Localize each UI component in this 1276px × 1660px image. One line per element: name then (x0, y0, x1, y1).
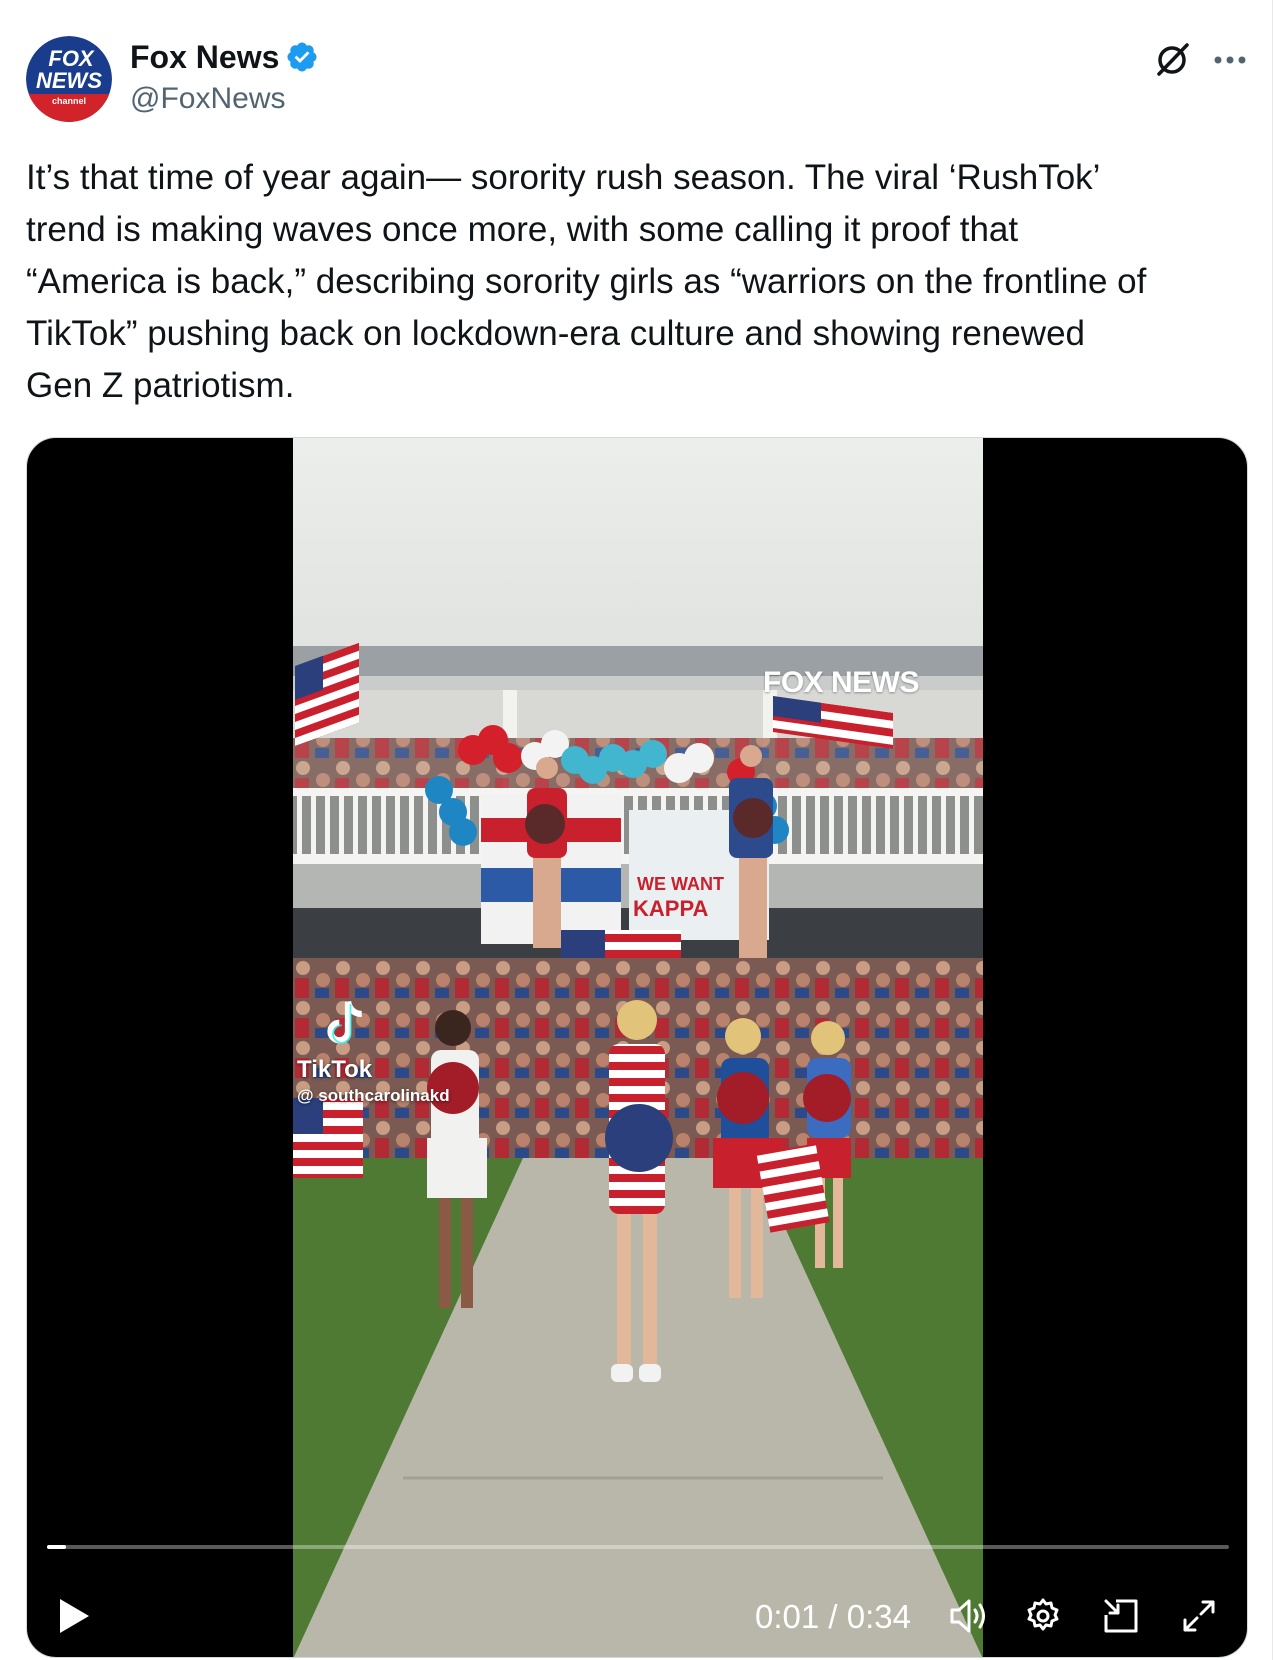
fox-news-watermark: FOX NEWS (763, 666, 920, 699)
video-progress-fill (47, 1545, 66, 1549)
avatar-text-mid: NEWS (36, 68, 102, 93)
verified-badge-icon[interactable] (285, 40, 319, 74)
volume-icon (950, 1599, 985, 1633)
author-display-name[interactable]: Fox News (130, 39, 279, 76)
video-time-display: 0:01 / 0:34 (755, 1598, 911, 1635)
play-button[interactable] (49, 1588, 99, 1644)
picture-in-picture-button[interactable] (1097, 1588, 1145, 1644)
more-options-button[interactable] (1208, 38, 1252, 82)
video-frame: WE WANT KAPPA FOX NEWS TikTok @ southcar… (293, 438, 983, 1657)
play-icon (60, 1599, 89, 1633)
banner-text-2: KAPPA (633, 896, 708, 921)
author-info: Fox News @FoxNews (130, 38, 319, 116)
fox-news-logo-icon: FOX NEWS channel (26, 36, 112, 122)
author-handle[interactable]: @FoxNews (130, 82, 319, 116)
volume-button[interactable] (945, 1588, 993, 1644)
grok-icon (1157, 43, 1189, 76)
settings-button[interactable] (1019, 1588, 1067, 1644)
video-player[interactable]: WE WANT KAPPA FOX NEWS TikTok @ southcar… (26, 437, 1248, 1658)
author-name-row: Fox News (130, 38, 319, 76)
fullscreen-icon (1183, 1600, 1215, 1632)
video-progress-bar[interactable] (47, 1545, 1229, 1549)
tiktok-label: TikTok (297, 1056, 373, 1083)
picture-in-picture-icon (1104, 1599, 1138, 1633)
video-frame-image: WE WANT KAPPA (293, 438, 983, 1657)
author-avatar[interactable]: FOX NEWS channel (26, 36, 112, 122)
tiktok-icon (327, 1000, 362, 1044)
avatar-text-bottom: channel (52, 96, 86, 106)
tweet-text: It’s that time of year again— sorority r… (26, 158, 1147, 405)
grok-button[interactable] (1150, 38, 1194, 82)
column-divider (1272, 0, 1273, 1660)
fullscreen-button[interactable] (1175, 1588, 1223, 1644)
banner-text-1: WE WANT (637, 874, 724, 894)
settings-gear-icon (1027, 1598, 1059, 1631)
more-horizontal-icon (1214, 56, 1246, 64)
tiktok-username: @ southcarolinakd (297, 1086, 450, 1105)
tweet-card: FOX NEWS channel Fox News @FoxNews It’s … (0, 0, 1276, 1660)
